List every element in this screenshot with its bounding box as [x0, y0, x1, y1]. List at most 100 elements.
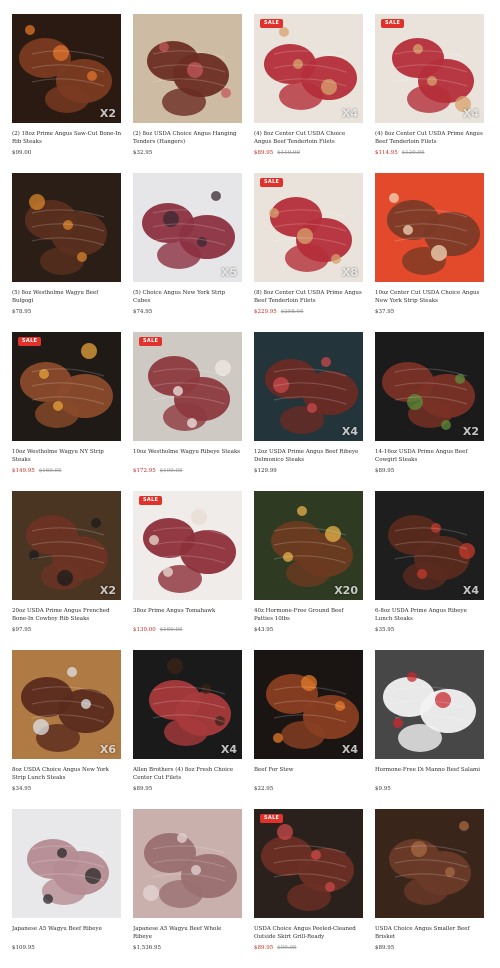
- product-title[interactable]: 6-8oz USDA Prime Angus Ribeye Lunch Stea…: [375, 608, 484, 625]
- sale-badge: SALE: [260, 19, 284, 28]
- product-title[interactable]: Japanese A5 Wagyu Beef Ribeye: [12, 926, 121, 943]
- product-title[interactable]: 14-16oz USDA Prime Angus Beef Cowgirl St…: [375, 449, 484, 466]
- price-row: $129.99: [254, 468, 363, 475]
- product-card[interactable]: Japanese A5 Wagyu Beef Whole Ribeye $1,53…: [133, 809, 242, 968]
- price-row: $89.95: [375, 945, 484, 952]
- product-card[interactable]: X6 8oz USDA Choice Angus New York Strip L…: [12, 650, 121, 809]
- product-card[interactable]: X4 Allen Brothers (4) 8oz Fresh Choice Ce…: [133, 650, 242, 809]
- price-row: $34.95: [12, 786, 121, 793]
- product-image[interactable]: SALE: [254, 809, 363, 918]
- product-title[interactable]: 38oz Prime Angus Tomahawk: [133, 608, 242, 625]
- product-card[interactable]: SALE X4 (4) 8oz Center Cut USDA Prime Angu…: [375, 14, 484, 173]
- product-image[interactable]: X2: [375, 332, 484, 441]
- product-image[interactable]: X5: [133, 173, 242, 282]
- product-card[interactable]: SALE X4 (4) 8oz Center Cut USDA Choice Ang…: [254, 14, 363, 173]
- product-card[interactable]: (5) 8oz Westholme Wagyu Beef Bulgogi $78.…: [12, 173, 121, 332]
- product-title[interactable]: (5) 8oz Westholme Wagyu Beef Bulgogi: [12, 290, 121, 307]
- quantity-watermark: X4: [462, 584, 479, 597]
- product-card[interactable]: X4 Beef For Stew $22.95: [254, 650, 363, 809]
- product-image[interactable]: X2: [12, 14, 121, 123]
- product-image-art: [375, 809, 484, 918]
- price-row: $9.95: [375, 786, 484, 793]
- quantity-watermark: X4: [341, 743, 358, 756]
- product-image[interactable]: [133, 809, 242, 918]
- product-price: $229.95: [254, 309, 277, 315]
- product-title[interactable]: 10oz Westholme Wagyu NY Strip Steaks: [12, 449, 121, 466]
- product-title[interactable]: 8oz USDA Choice Angus New York Strip Lun…: [12, 767, 121, 784]
- product-title[interactable]: (4) 8oz Center Cut USDA Prime Angus Beef…: [375, 131, 484, 148]
- product-price: $139.00: [133, 627, 156, 633]
- price-row: $22.95: [254, 786, 363, 793]
- product-title[interactable]: (2) 18oz Prime Angus Saw-Cut Bone-In Rib…: [12, 131, 121, 148]
- product-card[interactable]: Hormone-Free Di Manno Beef Salami $9.95: [375, 650, 484, 809]
- product-title[interactable]: (4) 8oz Center Cut USDA Choice Angus Bee…: [254, 131, 363, 148]
- product-card[interactable]: X20 40z Hormone-Free Ground Beef Patties …: [254, 491, 363, 650]
- product-title[interactable]: Japanese A5 Wagyu Beef Whole Ribeye: [133, 926, 242, 943]
- product-card[interactable]: X2 (2) 18oz Prime Angus Saw-Cut Bone-In R…: [12, 14, 121, 173]
- product-image[interactable]: SALE: [133, 332, 242, 441]
- product-title[interactable]: 10oz Center Cut USDA Choice Angus New Yo…: [375, 290, 484, 307]
- product-card[interactable]: SALE 38oz Prime Angus Tomahawk $139.00 $169…: [133, 491, 242, 650]
- product-card[interactable]: USDA Choice Angus Smaller Beef Brisket $8…: [375, 809, 484, 968]
- product-image-art: [12, 332, 121, 441]
- product-image[interactable]: [133, 14, 242, 123]
- product-image[interactable]: X4: [133, 650, 242, 759]
- product-card[interactable]: SALE 10oz Westholme Wagyu NY Strip Steaks…: [12, 332, 121, 491]
- product-title[interactable]: (5) Choice Angus New York Strip Cubes: [133, 290, 242, 307]
- product-title[interactable]: Hormone-Free Di Manno Beef Salami: [375, 767, 484, 784]
- product-image[interactable]: X4: [254, 650, 363, 759]
- product-price: $89.95: [375, 468, 395, 474]
- product-card[interactable]: SALE X8 (8) 8oz Center Cut USDA Prime Angu…: [254, 173, 363, 332]
- price-row: $139.00 $169.95: [133, 627, 242, 634]
- product-image[interactable]: [375, 809, 484, 918]
- product-image[interactable]: X4: [254, 332, 363, 441]
- product-price: $99.00: [12, 150, 32, 156]
- quantity-watermark: X4: [220, 743, 237, 756]
- product-title[interactable]: 12oz USDA Prime Angus Beef Ribeye Delmon…: [254, 449, 363, 466]
- product-card[interactable]: (2) 8oz USDA Choice Angus Hanging Tender…: [133, 14, 242, 173]
- product-card[interactable]: X5 (5) Choice Angus New York Strip Cubes $…: [133, 173, 242, 332]
- product-title[interactable]: Beef For Stew: [254, 767, 363, 784]
- product-card[interactable]: X4 12oz USDA Prime Angus Beef Ribeye Delm…: [254, 332, 363, 491]
- price-row: $1,536.95: [133, 945, 242, 952]
- product-card[interactable]: SALE USDA Choice Angus Peeled-Cleaned Out…: [254, 809, 363, 968]
- product-image[interactable]: SALE: [12, 332, 121, 441]
- product-title[interactable]: 10oz Westholme Wagyu Ribeye Steaks: [133, 449, 242, 466]
- product-card[interactable]: Japanese A5 Wagyu Beef Ribeye $109.95: [12, 809, 121, 968]
- quantity-watermark: X2: [462, 425, 479, 438]
- product-image[interactable]: X6: [12, 650, 121, 759]
- product-card[interactable]: X2 20oz USDA Prime Angus Frenched Bone-In…: [12, 491, 121, 650]
- product-title[interactable]: Allen Brothers (4) 8oz Fresh Choice Cent…: [133, 767, 242, 784]
- product-card[interactable]: X4 6-8oz USDA Prime Angus Ribeye Lunch St…: [375, 491, 484, 650]
- product-card[interactable]: SALE 10oz Westholme Wagyu Ribeye Steaks $1…: [133, 332, 242, 491]
- product-image[interactable]: [375, 173, 484, 282]
- product-image[interactable]: SALE: [133, 491, 242, 600]
- product-title[interactable]: USDA Choice Angus Smaller Beef Brisket: [375, 926, 484, 943]
- product-title[interactable]: 20oz USDA Prime Angus Frenched Bone-In C…: [12, 608, 121, 625]
- product-image-art: [133, 809, 242, 918]
- product-card[interactable]: 10oz Center Cut USDA Choice Angus New Yo…: [375, 173, 484, 332]
- product-title[interactable]: (2) 8oz USDA Choice Angus Hanging Tender…: [133, 131, 242, 148]
- product-price: $9.95: [375, 786, 391, 792]
- product-image[interactable]: SALE X4: [375, 14, 484, 123]
- product-image-art: [133, 14, 242, 123]
- quantity-watermark: X5: [220, 266, 237, 279]
- product-image[interactable]: X2: [12, 491, 121, 600]
- product-image[interactable]: SALE X8: [254, 173, 363, 282]
- product-image[interactable]: [12, 809, 121, 918]
- product-image[interactable]: X4: [375, 491, 484, 600]
- product-image[interactable]: X20: [254, 491, 363, 600]
- product-image[interactable]: [12, 173, 121, 282]
- product-title[interactable]: 40z Hormone-Free Ground Beef Patties 10l…: [254, 608, 363, 625]
- product-image[interactable]: [375, 650, 484, 759]
- product-card[interactable]: X2 14-16oz USDA Prime Angus Beef Cowgirl …: [375, 332, 484, 491]
- product-image[interactable]: SALE X4: [254, 14, 363, 123]
- price-row: $89.95 $99.95: [254, 945, 363, 952]
- product-price: $89.95: [254, 150, 274, 156]
- product-image-art: [133, 491, 242, 600]
- product-price: $114.95: [375, 150, 398, 156]
- product-price: $74.95: [133, 309, 153, 315]
- product-title[interactable]: (8) 8oz Center Cut USDA Prime Angus Beef…: [254, 290, 363, 307]
- product-title[interactable]: USDA Choice Angus Peeled-Cleaned Outside…: [254, 926, 363, 943]
- price-row: $35.95: [375, 627, 484, 634]
